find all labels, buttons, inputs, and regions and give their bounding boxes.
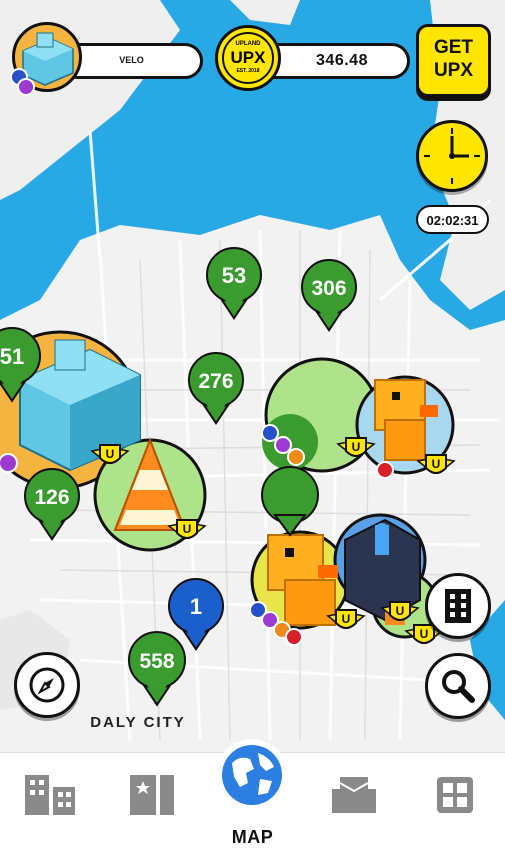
svg-text:U: U	[352, 440, 361, 454]
timer-pill: 02:02:31	[416, 205, 489, 234]
svg-text:U: U	[342, 612, 351, 626]
clock-face	[424, 128, 480, 184]
map-pin-label: 306	[311, 277, 346, 300]
coin-bottom-text: EST. 2018	[236, 68, 260, 74]
globe-icon	[216, 739, 288, 811]
get-upx-line2: UPX	[433, 60, 474, 81]
get-upx-line1: GET	[433, 37, 474, 58]
map-pin-label: 1	[190, 594, 202, 619]
nav-menu[interactable]	[404, 753, 505, 865]
nav-inbox[interactable]	[303, 753, 404, 865]
upx-balance: 346.48	[316, 52, 368, 69]
nav-collections[interactable]	[101, 753, 202, 865]
get-upx-button[interactable]: GET UPX	[416, 24, 491, 97]
nav-map[interactable]	[202, 739, 303, 865]
collection-book-icon	[129, 775, 174, 815]
svg-text:U: U	[106, 447, 115, 461]
svg-text:U: U	[420, 627, 429, 641]
map-pin-label: 53	[222, 263, 246, 288]
compass-button[interactable]	[14, 652, 80, 718]
nav-active-label: MAP	[231, 827, 274, 847]
map-canvas[interactable]: U U U U U U U 53 306 276 51 126 1 558 DALY CITY	[0, 0, 505, 752]
clock-icon[interactable]	[416, 120, 488, 192]
buildings-button[interactable]	[425, 573, 491, 639]
search-icon	[442, 670, 475, 703]
coin-top-text: UPLAND	[235, 41, 261, 47]
grid-menu-icon	[436, 777, 473, 813]
coin-mid-text: UPX	[230, 48, 266, 67]
map-pin-label: 126	[34, 486, 69, 509]
city-buildings-icon	[24, 775, 75, 815]
svg-text:U: U	[432, 457, 441, 471]
search-button[interactable]	[425, 653, 491, 719]
bottom-nav: MAP	[0, 739, 505, 865]
mail-tray-icon	[331, 777, 376, 813]
app-root: U U U U U U U 53 306 276 51 126 1 558 DALY CITY VELO	[0, 0, 505, 865]
compass-icon	[29, 667, 65, 703]
map-pin-label: 51	[0, 344, 24, 369]
building-icon	[445, 589, 471, 623]
timer-value: 02:02:31	[426, 213, 479, 228]
profile-name: VELO	[119, 55, 144, 65]
svg-text:U: U	[396, 604, 405, 618]
map-pin-label: 558	[139, 650, 174, 673]
map-pin-label: 276	[198, 370, 233, 393]
svg-text:U: U	[183, 522, 192, 536]
city-label: DALY CITY	[90, 714, 186, 731]
avatar-badge-purple	[17, 78, 35, 96]
nav-properties[interactable]	[0, 753, 101, 865]
upx-coin-icon[interactable]: UPLAND UPX EST. 2018	[215, 25, 281, 91]
